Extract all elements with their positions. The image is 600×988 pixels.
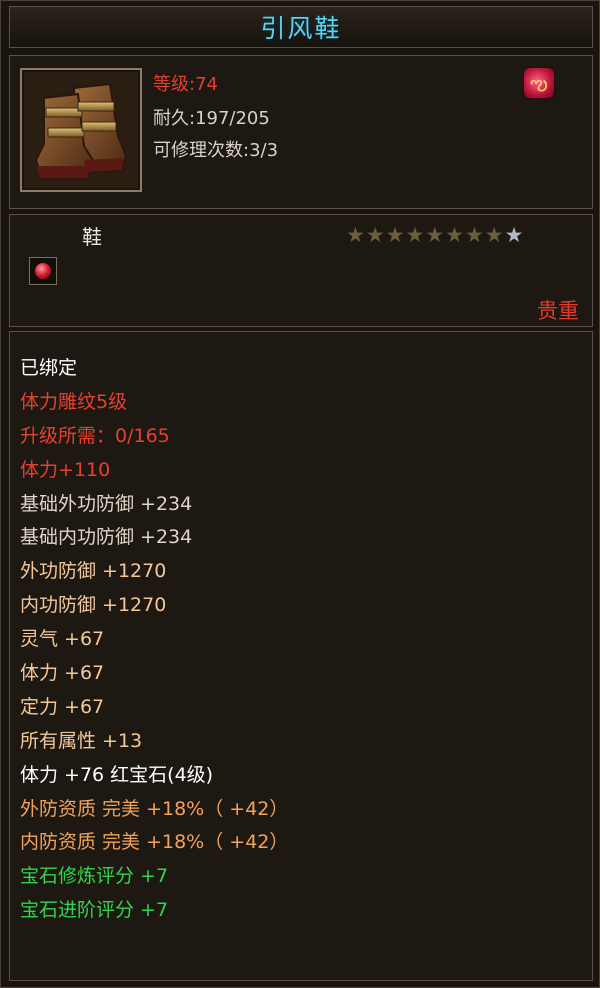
attribute-line: 宝石进阶评分 +7 (20, 899, 169, 922)
attribute-list: 已绑定体力雕纹5级升级所需：0/165 体力+110 基础外功防御 +234 基础内功… (20, 352, 288, 928)
level-line: 等级:74 (153, 74, 218, 95)
attribute-line: 内功防御 +1270 (20, 594, 167, 617)
star-filled-icon: ★ (365, 223, 385, 247)
attribute-line: 体力雕纹5级 (20, 390, 128, 413)
title-bar: 引风鞋 (9, 6, 593, 48)
boots-icon (26, 74, 136, 186)
durability-line: 耐久:197/205 (153, 108, 270, 129)
attribute-line: 灵气 +67 (20, 628, 105, 651)
attribute-line: 体力 +67 (20, 662, 105, 685)
star-filled-icon: ★ (445, 223, 464, 247)
rarity-label: 贵重 (537, 299, 579, 323)
star-filled-icon: ★ (405, 223, 425, 247)
attributes-panel: 已绑定体力雕纹5级升级所需：0/165 体力+110 基础外功防御 +234 基础内功… (9, 331, 593, 981)
attribute-line: 体力+110 (20, 458, 111, 481)
item-tooltip: 引风鞋 等级:74 耐久:197/205 可修理次数:3/3 ఌ 鞋 ★ ★ ★… (0, 0, 600, 988)
fire-rune-icon: ఌ (524, 68, 554, 98)
attribute-line: 宝石修炼评分 +7 (20, 865, 169, 888)
repair-count-line: 可修理次数:3/3 (153, 140, 279, 161)
attribute-line: 外功防御 +1270 (20, 560, 167, 583)
attribute-line: 基础外功防御 +234 (20, 492, 193, 515)
item-type-label: 鞋 (82, 225, 102, 249)
attribute-line: 体力 +76 红宝石(4级) (20, 763, 214, 786)
attribute-line: 所有属性 +13 (20, 729, 143, 752)
attribute-line: 定力 +67 (20, 695, 105, 718)
star-filled-icon: ★ (346, 223, 365, 247)
item-header: 等级:74 耐久:197/205 可修理次数:3/3 ఌ (9, 55, 593, 209)
item-name: 引风鞋 (260, 14, 342, 43)
star-filled-icon: ★ (484, 223, 504, 247)
attribute-line: 已绑定 (20, 357, 78, 379)
attribute-line: 基础内功防御 +234 (20, 526, 193, 549)
star-filled-icon: ★ (464, 223, 484, 247)
item-type-panel: 鞋 ★ ★ ★ ★ ★ ★ ★ ★ ★ 贵重 (9, 214, 593, 327)
red-gem-icon[interactable] (29, 257, 57, 285)
star-filled-icon: ★ (425, 223, 445, 247)
attribute-line: 外防资质 完美 +18%（ +42） (20, 797, 289, 820)
attribute-line: 内防资质 完美 +18%（ +42） (20, 831, 289, 854)
star-filled-icon: ★ (385, 223, 405, 247)
star-rating: ★ ★ ★ ★ ★ ★ ★ ★ ★ (346, 224, 523, 246)
attribute-line: 升级所需：0/165 (20, 424, 170, 447)
item-icon-frame[interactable] (20, 68, 142, 192)
star-empty-icon: ★ (504, 223, 524, 247)
